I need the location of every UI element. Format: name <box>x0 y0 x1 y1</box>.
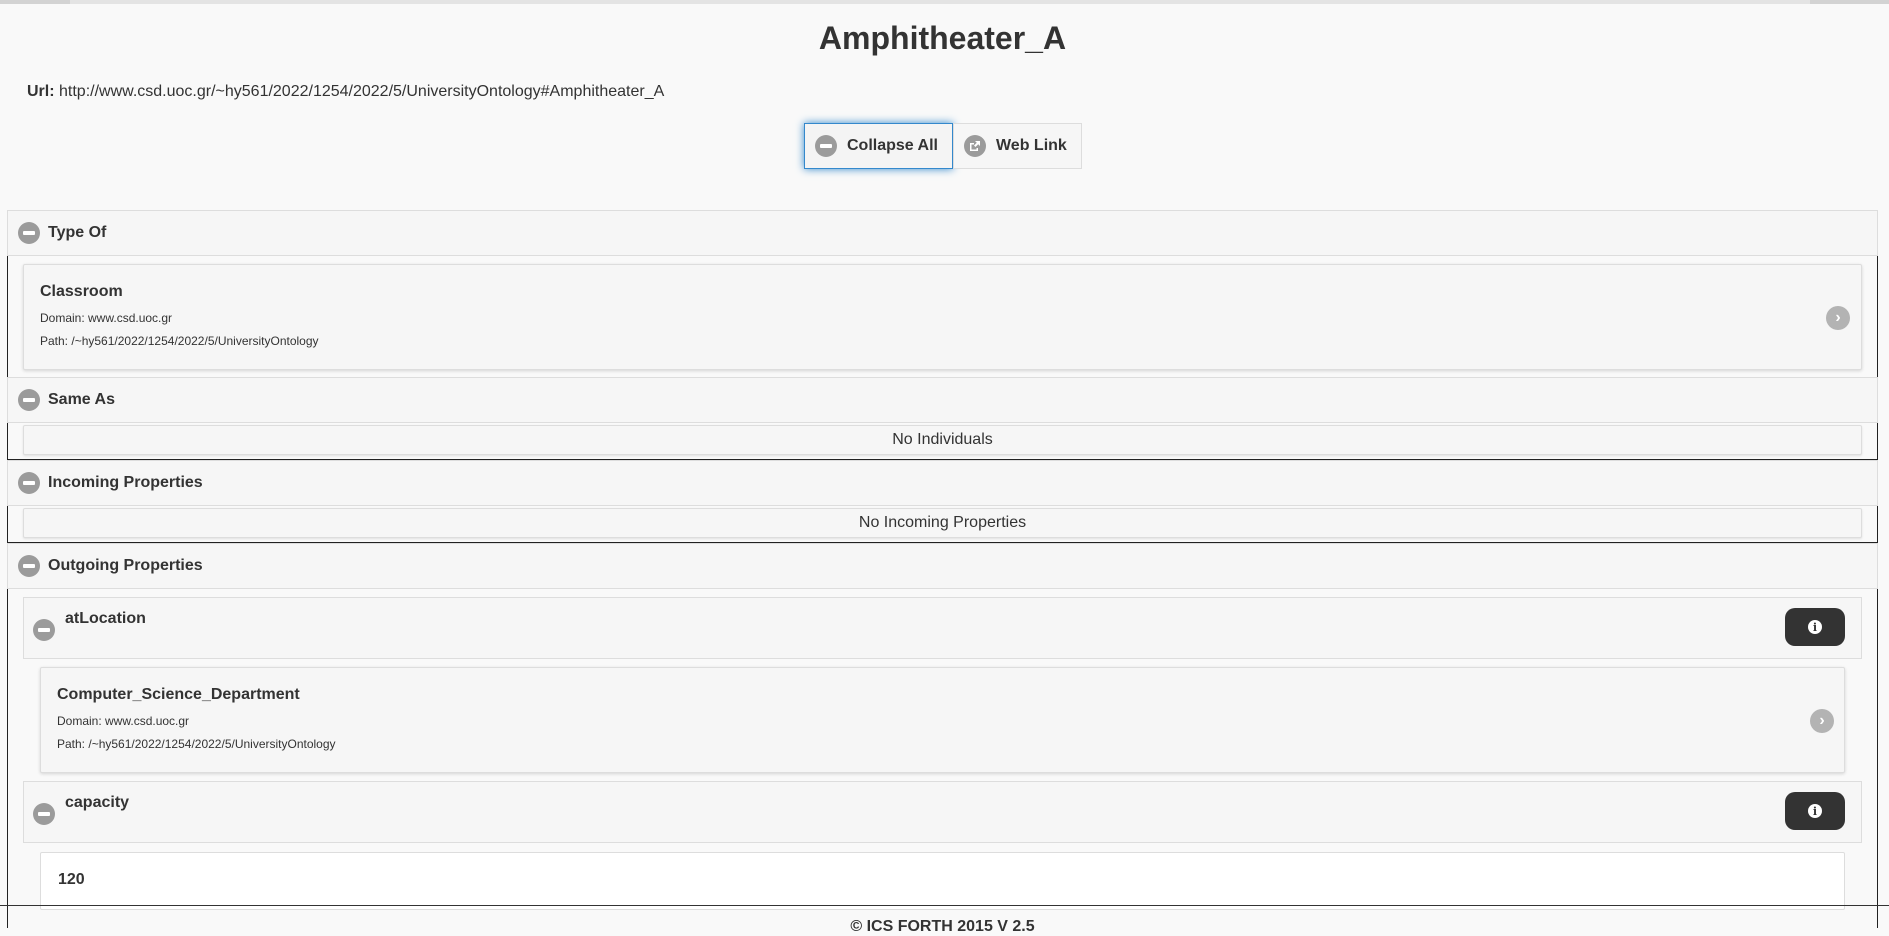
url-value: http://www.csd.uoc.gr/~hy561/2022/1254/2… <box>59 83 665 100</box>
toolbar: Collapse All Web Link <box>804 123 1082 169</box>
minus-circle-icon <box>18 222 40 244</box>
no-incoming-properties-message: No Incoming Properties <box>23 508 1862 538</box>
type-of-header[interactable]: Type Of <box>7 210 1878 256</box>
property-name: capacity <box>65 794 130 811</box>
card-path: Path: /~hy561/2022/1254/2022/5/Universit… <box>40 334 319 348</box>
url-label: Url: <box>27 83 55 100</box>
chevron-right-circle-icon[interactable]: › <box>1826 306 1850 330</box>
info-button[interactable]: i <box>1785 608 1845 646</box>
property-header-capacity[interactable]: capacity i <box>23 781 1862 843</box>
top-bar-left <box>0 0 70 4</box>
top-scrollbar <box>0 0 1889 4</box>
share-icon <box>963 135 986 157</box>
property-name: atLocation <box>65 610 146 627</box>
web-link-label: Web Link <box>995 137 1067 154</box>
footer-text: © ICS FORTH 2015 V 2.5 <box>850 918 1035 935</box>
top-bar-right <box>1810 0 1889 4</box>
web-link-button[interactable]: Web Link <box>952 123 1082 169</box>
same-as-label: Same As <box>48 391 115 408</box>
info-icon: i <box>1808 620 1822 634</box>
property-value-card: 120 <box>40 852 1845 910</box>
minus-circle-icon <box>18 389 40 411</box>
incoming-properties-label: Incoming Properties <box>48 474 203 491</box>
card-title: Computer_Science_Department <box>57 686 300 703</box>
url-line: Url: http://www.csd.uoc.gr/~hy561/2022/1… <box>27 83 664 101</box>
chevron-right-circle-icon[interactable]: › <box>1810 709 1834 733</box>
property-value: 120 <box>58 871 85 888</box>
property-header-atlocation[interactable]: atLocation i <box>23 597 1862 659</box>
minus-circle-icon <box>18 472 40 494</box>
card-domain: Domain: www.csd.uoc.gr <box>40 311 173 325</box>
card-path: Path: /~hy561/2022/1254/2022/5/Universit… <box>57 737 336 751</box>
minus-circle-icon <box>33 619 55 641</box>
individual-card-computer-science-department[interactable]: Computer_Science_Department Domain: www.… <box>40 667 1845 773</box>
collapse-all-label: Collapse All <box>847 137 938 154</box>
minus-circle-icon <box>33 803 55 825</box>
info-button[interactable]: i <box>1785 792 1845 830</box>
incoming-properties-header[interactable]: Incoming Properties <box>7 460 1878 506</box>
collapse-all-button[interactable]: Collapse All <box>804 123 953 169</box>
minus-circle-icon <box>18 555 40 577</box>
info-icon: i <box>1808 804 1822 818</box>
no-individuals-message: No Individuals <box>23 425 1862 455</box>
class-card-classroom[interactable]: Classroom Domain: www.csd.uoc.gr Path: /… <box>23 264 1862 370</box>
outgoing-properties-header[interactable]: Outgoing Properties <box>7 543 1878 589</box>
type-of-label: Type Of <box>48 224 107 241</box>
card-domain: Domain: www.csd.uoc.gr <box>57 714 190 728</box>
same-as-header[interactable]: Same As <box>7 377 1878 423</box>
card-title: Classroom <box>40 283 123 300</box>
outgoing-properties-label: Outgoing Properties <box>48 557 203 574</box>
page-title: Amphitheater_A <box>818 20 1067 56</box>
footer-divider <box>0 905 1889 906</box>
minus-circle-icon <box>815 135 837 157</box>
